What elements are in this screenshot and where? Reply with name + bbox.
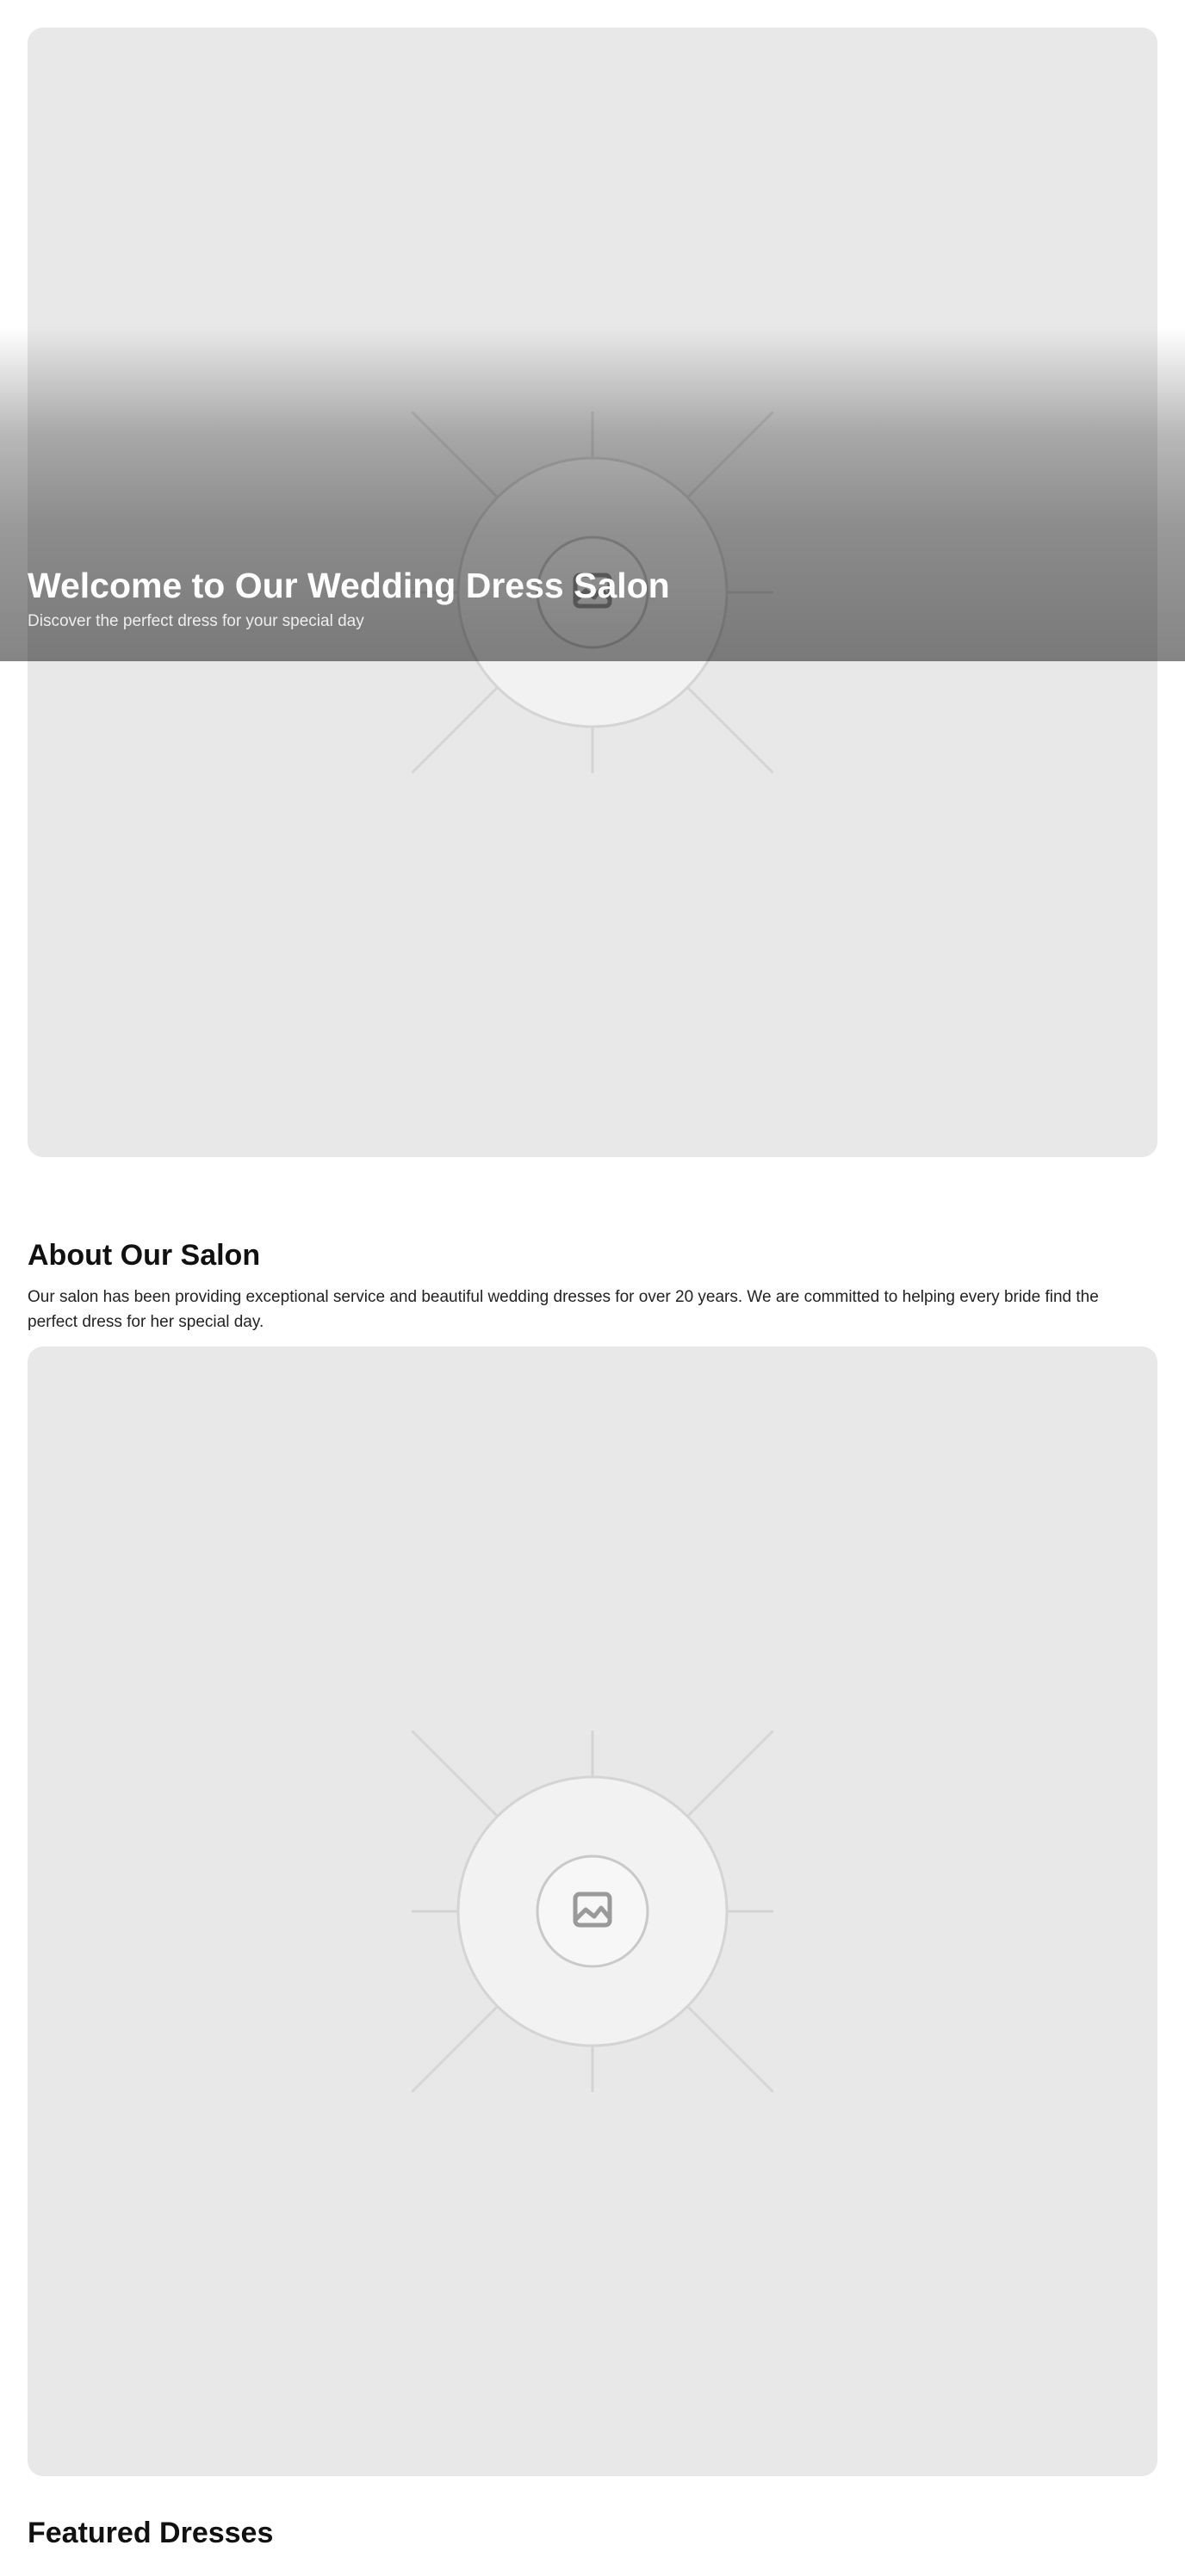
about-text: Our salon has been providing exceptional… bbox=[28, 1288, 1099, 1331]
hero-title: Welcome to Our Wedding Dress Salon bbox=[28, 566, 670, 605]
hero-subtitle: Discover the perfect dress for your spec… bbox=[28, 612, 364, 630]
image-placeholder-icon bbox=[412, 1731, 773, 2092]
featured-title: Featured Dresses bbox=[28, 2517, 274, 2549]
about-image bbox=[28, 1347, 1157, 2476]
about-title: About Our Salon bbox=[28, 1239, 261, 1272]
